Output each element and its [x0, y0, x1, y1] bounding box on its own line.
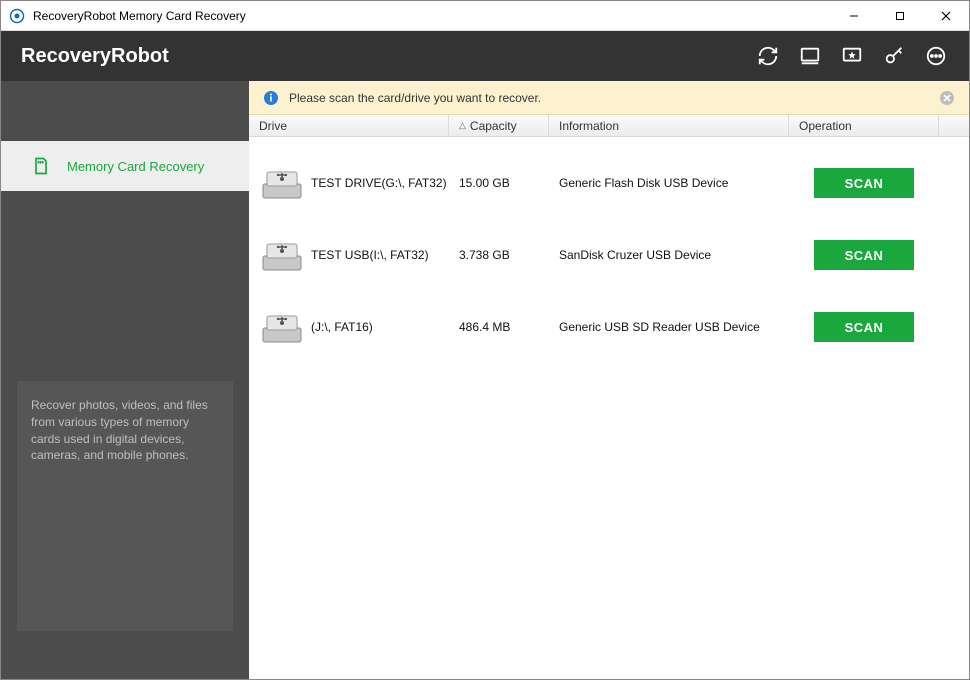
column-header-drive[interactable]: Drive — [249, 115, 449, 136]
info-icon — [263, 90, 279, 106]
cell-drive-label: TEST DRIVE(G:\, FAT32) — [311, 176, 447, 190]
cell-capacity: 15.00 GB — [459, 176, 559, 190]
app-body: Memory Card Recovery Recover photos, vid… — [1, 81, 969, 679]
sidebar-spacer — [1, 81, 249, 141]
cell-capacity: 3.738 GB — [459, 248, 559, 262]
info-banner: Please scan the card/drive you want to r… — [249, 81, 969, 115]
usb-drive-icon — [259, 164, 305, 202]
sidebar-description: Recover photos, videos, and files from v… — [17, 381, 233, 631]
app-icon — [9, 8, 25, 24]
column-header-information-label: Information — [559, 119, 619, 133]
column-header-trailing — [939, 115, 969, 136]
sidebar-item-memory-card-recovery[interactable]: Memory Card Recovery — [1, 141, 249, 191]
maximize-button[interactable] — [877, 1, 923, 30]
window-controls — [831, 1, 969, 30]
table-row: (J:\, FAT16) 486.4 MB Generic USB SD Rea… — [249, 291, 969, 363]
usb-drive-icon — [259, 236, 305, 274]
monitor-button[interactable] — [797, 43, 823, 69]
table-row: TEST USB(I:\, FAT32) 3.738 GB SanDisk Cr… — [249, 219, 969, 291]
sidebar-item-label: Memory Card Recovery — [67, 159, 204, 174]
cell-operation: SCAN — [799, 168, 929, 198]
sort-asc-icon: △ — [459, 120, 466, 131]
window-title: RecoveryRobot Memory Card Recovery — [33, 9, 831, 23]
info-banner-text: Please scan the card/drive you want to r… — [289, 91, 929, 105]
titlebar: RecoveryRobot Memory Card Recovery — [1, 1, 969, 31]
minimize-button[interactable] — [831, 1, 877, 30]
cell-operation: SCAN — [799, 240, 929, 270]
cell-information: Generic USB SD Reader USB Device — [559, 320, 799, 334]
header-tools — [755, 43, 949, 69]
column-header-operation-label: Operation — [799, 119, 852, 133]
column-header-capacity-label: Capacity — [470, 119, 517, 133]
sidebar-spacer-mid — [1, 191, 249, 381]
feedback-button[interactable] — [839, 43, 865, 69]
close-button[interactable] — [923, 1, 969, 30]
drive-list: TEST DRIVE(G:\, FAT32) 15.00 GB Generic … — [249, 137, 969, 373]
cell-operation: SCAN — [799, 312, 929, 342]
main-panel: Please scan the card/drive you want to r… — [249, 81, 969, 679]
key-button[interactable] — [881, 43, 907, 69]
cell-drive: TEST USB(I:\, FAT32) — [259, 236, 459, 274]
scan-button[interactable]: SCAN — [814, 312, 914, 342]
column-header-operation[interactable]: Operation — [789, 115, 939, 136]
table-header: Drive △ Capacity Information Operation — [249, 115, 969, 137]
column-header-drive-label: Drive — [259, 119, 287, 133]
table-row: TEST DRIVE(G:\, FAT32) 15.00 GB Generic … — [249, 147, 969, 219]
usb-drive-icon — [259, 308, 305, 346]
column-header-capacity[interactable]: △ Capacity — [449, 115, 549, 136]
brand-title: RecoveryRobot — [21, 45, 755, 68]
scan-button[interactable]: SCAN — [814, 168, 914, 198]
cell-information: Generic Flash Disk USB Device — [559, 176, 799, 190]
app-header: RecoveryRobot — [1, 31, 969, 81]
cell-drive-label: (J:\, FAT16) — [311, 320, 373, 334]
info-banner-close[interactable] — [939, 90, 955, 106]
cell-information: SanDisk Cruzer USB Device — [559, 248, 799, 262]
scan-button[interactable]: SCAN — [814, 240, 914, 270]
cell-capacity: 486.4 MB — [459, 320, 559, 334]
sidebar: Memory Card Recovery Recover photos, vid… — [1, 81, 249, 679]
cell-drive: TEST DRIVE(G:\, FAT32) — [259, 164, 459, 202]
more-button[interactable] — [923, 43, 949, 69]
cell-drive: (J:\, FAT16) — [259, 308, 459, 346]
memory-card-icon — [31, 156, 51, 176]
refresh-button[interactable] — [755, 43, 781, 69]
column-header-information[interactable]: Information — [549, 115, 789, 136]
cell-drive-label: TEST USB(I:\, FAT32) — [311, 248, 429, 262]
